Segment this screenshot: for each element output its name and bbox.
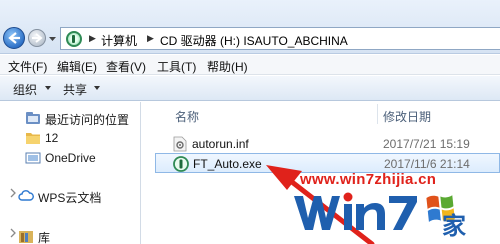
menu-edit[interactable]: 编辑(E) — [57, 58, 97, 75]
organize-dropdown-icon[interactable] — [45, 86, 51, 90]
win7-logo: 家 — [294, 192, 466, 238]
recent-pages-dropdown[interactable] — [48, 35, 57, 43]
expand-arrow-icon[interactable] — [8, 187, 18, 199]
share-dropdown-icon[interactable] — [94, 86, 100, 90]
nav-item-label: 12 — [45, 131, 59, 145]
address-box[interactable]: ▶ 计算机 ▶ CD 驱动器 (H:) ISAUTO_ABCHINA — [60, 27, 500, 50]
nav-item-label: OneDrive — [45, 151, 96, 165]
address-row: ▶ 计算机 ▶ CD 驱动器 (H:) ISAUTO_ABCHINA — [0, 0, 500, 54]
nav-item-recent-places[interactable]: 最近访问的位置 — [0, 108, 140, 128]
command-bar: 组织 共享 — [0, 76, 500, 101]
column-header-name[interactable]: 名称 — [175, 108, 199, 125]
back-arrow-icon — [8, 32, 20, 44]
column-divider[interactable] — [377, 104, 378, 124]
expand-arrow-icon[interactable] — [8, 227, 18, 239]
nav-item-label: WPS云文档 — [38, 191, 102, 205]
navigation-pane: 最近访问的位置 12 OneDrive WPS云文档 库 — [0, 102, 140, 244]
share-button[interactable]: 共享 — [63, 81, 87, 98]
menu-file[interactable]: 文件(F) — [8, 58, 47, 75]
pane-divider[interactable] — [140, 102, 141, 244]
library-icon — [19, 231, 33, 243]
breadcrumb-computer[interactable]: 计算机 — [101, 32, 137, 49]
file-date: 2017/11/6 21:14 — [384, 157, 470, 171]
wps-cloud-icon — [18, 190, 34, 201]
file-row-ft-auto[interactable]: FT_Auto.exe 2017/11/6 21:14 — [155, 153, 500, 173]
folder-icon — [26, 133, 40, 144]
column-header-date[interactable]: 修改日期 — [383, 108, 431, 125]
file-name: autorun.inf — [192, 137, 249, 151]
nav-item-library[interactable]: 库 — [0, 226, 140, 244]
onedrive-icon — [25, 152, 41, 164]
nav-item-wps-cloud[interactable]: WPS云文档 — [0, 186, 140, 206]
drive-app-icon — [66, 31, 82, 47]
menu-bar: 文件(F) 编辑(E) 查看(V) 工具(T) 帮助(H) — [0, 55, 500, 75]
file-row-autorun[interactable]: autorun.inf 2017/7/21 15:19 — [155, 134, 500, 154]
nav-item-onedrive[interactable]: OneDrive — [0, 148, 140, 168]
settings-file-icon — [173, 136, 187, 152]
recent-places-icon — [26, 112, 40, 124]
file-date: 2017/7/21 15:19 — [383, 137, 470, 151]
svg-text:家: 家 — [442, 212, 466, 238]
nav-item-label: 最近访问的位置 — [45, 113, 130, 127]
forward-arrow-icon — [32, 33, 43, 43]
breadcrumb-separator-icon[interactable]: ▶ — [147, 33, 154, 44]
organize-button[interactable]: 组织 — [13, 81, 37, 98]
forward-button[interactable] — [28, 29, 46, 47]
file-name: FT_Auto.exe — [193, 157, 262, 171]
menu-view[interactable]: 查看(V) — [106, 58, 146, 75]
nav-item-folder-12[interactable]: 12 — [0, 128, 140, 148]
breadcrumb-separator-icon[interactable]: ▶ — [89, 33, 96, 44]
nav-item-label: 库 — [38, 231, 51, 244]
back-button[interactable] — [3, 27, 25, 49]
menu-help[interactable]: 帮助(H) — [207, 58, 248, 75]
green-app-icon — [173, 156, 189, 172]
menu-tools[interactable]: 工具(T) — [157, 58, 196, 75]
breadcrumb-cd-drive[interactable]: CD 驱动器 (H:) ISAUTO_ABCHINA — [160, 32, 348, 49]
